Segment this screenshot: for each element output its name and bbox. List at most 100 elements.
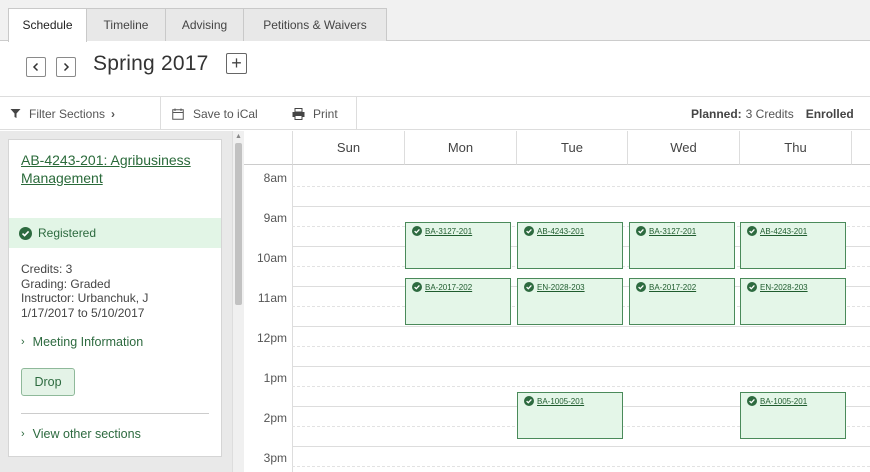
time-label: 9am bbox=[263, 211, 287, 225]
plus-icon: + bbox=[231, 53, 242, 73]
course-details: Credits: 3 Grading: Graded Instructor: U… bbox=[21, 262, 217, 320]
date-range-text: 1/17/2017 to 5/10/2017 bbox=[21, 305, 145, 320]
print-label: Print bbox=[313, 106, 338, 121]
calendar-event[interactable]: AB-4243-201 bbox=[517, 222, 623, 269]
event-section-link[interactable]: BA-2017-202 bbox=[649, 283, 696, 292]
card-divider bbox=[21, 413, 209, 414]
meeting-information-toggle[interactable]: › Meeting Information bbox=[21, 335, 143, 349]
tab-advising[interactable]: Advising bbox=[165, 8, 244, 41]
check-circle-icon bbox=[524, 396, 534, 406]
event-section-link[interactable]: BA-1005-201 bbox=[537, 397, 584, 406]
hour-line bbox=[292, 326, 870, 327]
grading-text: Grading: Graded bbox=[21, 276, 111, 291]
filter-sections-label: Filter Sections bbox=[29, 106, 106, 121]
view-other-sections-toggle[interactable]: › View other sections bbox=[21, 427, 141, 441]
event-section-link[interactable]: BA-3127-201 bbox=[649, 227, 696, 236]
half-hour-line bbox=[292, 466, 870, 467]
check-circle-icon bbox=[19, 226, 32, 240]
hour-line bbox=[292, 206, 870, 207]
calendar-event[interactable]: EN-2028-203 bbox=[517, 278, 623, 325]
event-section-link[interactable]: BA-3127-201 bbox=[425, 227, 472, 236]
half-hour-line bbox=[292, 386, 870, 387]
weekly-calendar: Sun Mon Tue Wed Thu 8am 9am 10am 11am 12… bbox=[244, 131, 870, 472]
half-hour-line bbox=[292, 346, 870, 347]
time-label: 1pm bbox=[263, 371, 287, 385]
event-section-link[interactable]: EN-2028-203 bbox=[537, 283, 585, 292]
tab-timeline[interactable]: Timeline bbox=[86, 8, 166, 41]
chevron-right-icon: › bbox=[111, 106, 116, 121]
instructor-text: Instructor: Urbanchuk, J bbox=[21, 291, 149, 305]
time-gutter-header bbox=[244, 131, 293, 165]
drop-button[interactable]: Drop bbox=[21, 368, 75, 396]
event-section-link[interactable]: EN-2028-203 bbox=[760, 283, 808, 292]
filter-icon bbox=[10, 109, 21, 118]
half-hour-line bbox=[292, 186, 870, 187]
calendar-event[interactable]: BA-3127-201 bbox=[629, 222, 735, 269]
meeting-information-label: Meeting Information bbox=[32, 335, 144, 349]
time-label: 8am bbox=[263, 171, 287, 185]
planned-label: Planned: bbox=[691, 106, 742, 121]
term-title: Spring 2017 bbox=[93, 52, 209, 75]
calendar-event[interactable]: BA-1005-201 bbox=[740, 392, 846, 439]
time-label: 2pm bbox=[263, 411, 287, 425]
section-list-scrollbar[interactable]: ▲ bbox=[232, 131, 244, 472]
check-circle-icon bbox=[524, 226, 534, 236]
chevron-left-icon bbox=[32, 62, 39, 72]
check-circle-icon bbox=[636, 282, 646, 292]
save-to-ical-label: Save to iCal bbox=[193, 106, 258, 121]
credits-text: Credits: 3 bbox=[21, 262, 73, 276]
event-section-link[interactable]: BA-2017-202 bbox=[425, 283, 472, 292]
check-circle-icon bbox=[412, 282, 422, 292]
time-label: 12pm bbox=[256, 331, 287, 345]
check-circle-icon bbox=[747, 226, 757, 236]
hour-line bbox=[292, 366, 870, 367]
chevron-right-icon bbox=[63, 62, 70, 72]
scroll-up-arrow-icon[interactable]: ▲ bbox=[233, 133, 244, 141]
event-section-link[interactable]: AB-4243-201 bbox=[760, 227, 807, 236]
tab-schedule[interactable]: Schedule bbox=[8, 8, 87, 42]
scroll-thumb[interactable] bbox=[235, 143, 242, 305]
view-other-sections-label: View other sections bbox=[32, 427, 141, 441]
check-circle-icon bbox=[412, 226, 422, 236]
check-circle-icon bbox=[636, 226, 646, 236]
enrolled-label: Enrolled bbox=[805, 106, 854, 121]
day-header-wed: Wed bbox=[628, 131, 740, 165]
calendar-event[interactable]: BA-1005-201 bbox=[517, 392, 623, 439]
calendar-icon bbox=[172, 108, 184, 120]
day-header-thu: Thu bbox=[740, 131, 852, 165]
print-button[interactable]: Print bbox=[292, 97, 338, 130]
course-card: AB-4243-201: Agribusiness Management Reg… bbox=[8, 139, 222, 457]
prev-term-button[interactable] bbox=[26, 57, 46, 77]
day-header-overflow bbox=[852, 131, 870, 165]
day-header-sun: Sun bbox=[293, 131, 405, 165]
course-title-link[interactable]: AB-4243-201: Agribusiness Management bbox=[21, 152, 211, 187]
check-circle-icon bbox=[747, 396, 757, 406]
chevron-right-icon: › bbox=[21, 336, 25, 348]
check-circle-icon bbox=[524, 282, 534, 292]
chevron-right-icon: › bbox=[21, 428, 25, 440]
calendar-event[interactable]: BA-2017-202 bbox=[405, 278, 511, 325]
tab-bar: Schedule Timeline Advising Petitions & W… bbox=[0, 0, 870, 42]
calendar-event[interactable]: BA-2017-202 bbox=[629, 278, 735, 325]
next-term-button[interactable] bbox=[56, 57, 76, 77]
event-section-link[interactable]: BA-1005-201 bbox=[760, 397, 807, 406]
filter-sections-button[interactable]: Filter Sections › bbox=[10, 97, 115, 130]
tab-petitions-waivers[interactable]: Petitions & Waivers bbox=[243, 8, 387, 41]
credits-summary: Planned: 3 Credits Enrolled bbox=[691, 97, 858, 130]
toolbar-divider bbox=[160, 97, 161, 130]
planned-value: 3 Credits bbox=[745, 106, 794, 121]
hour-line bbox=[292, 446, 870, 447]
section-list-pane: AB-4243-201: Agribusiness Management Reg… bbox=[0, 131, 244, 472]
day-header-tue: Tue bbox=[517, 131, 628, 165]
toolbar: Filter Sections › Save to iCal Print Pla… bbox=[0, 96, 870, 130]
calendar-event[interactable]: BA-3127-201 bbox=[405, 222, 511, 269]
toolbar-divider bbox=[356, 97, 357, 130]
save-to-ical-button[interactable]: Save to iCal bbox=[172, 97, 258, 130]
event-section-link[interactable]: AB-4243-201 bbox=[537, 227, 584, 236]
registered-status: Registered bbox=[9, 218, 221, 248]
add-term-button[interactable]: + bbox=[226, 53, 247, 74]
registered-label: Registered bbox=[38, 226, 97, 240]
calendar-event[interactable]: EN-2028-203 bbox=[740, 278, 846, 325]
calendar-event[interactable]: AB-4243-201 bbox=[740, 222, 846, 269]
day-header-mon: Mon bbox=[405, 131, 517, 165]
